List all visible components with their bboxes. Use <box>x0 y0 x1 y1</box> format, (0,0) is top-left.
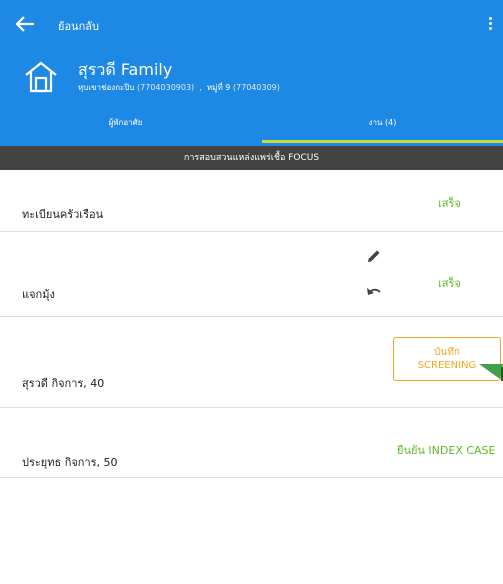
confirm-index-case-button[interactable]: ยืนยัน INDEX CASE <box>397 441 496 459</box>
person-label: สุรวดี กิจการ, 40 <box>22 377 105 390</box>
moo-number: หมู่ที่ 9 <box>206 83 231 92</box>
back-arrow-icon[interactable] <box>14 14 36 34</box>
focus-banner: การสอบสวนแหล่งแพร่เชื้อ FOCUS <box>0 146 503 170</box>
moo-code: (77040309) <box>232 83 280 92</box>
task-label: แจกมุ้ง <box>22 288 55 301</box>
back-label[interactable]: ย้อนกลับ <box>58 17 99 35</box>
active-tab-indicator <box>262 140 503 143</box>
task-row-mosquito-net[interactable]: แจกมุ้ง เสร็จ <box>0 232 503 317</box>
more-options-icon[interactable] <box>487 17 493 33</box>
village-name: หุบเขาช่องกะปิบ <box>78 83 135 92</box>
task-row-household-registry[interactable]: ทะเบียนครัวเรือน เสร็จ <box>0 170 503 232</box>
task-row-screening: สุรวดี กิจการ, 40 บันทึก SCREENING <box>0 317 503 408</box>
tab-residents[interactable]: ผู้พักอาศัย <box>0 112 251 146</box>
family-name: สุรวดี Family <box>78 60 173 79</box>
house-icon <box>25 61 57 93</box>
screening-button-line1: บันทึก <box>434 347 460 358</box>
task-row-index-case: ประยุทธ กิจการ, 50 ยืนยัน INDEX CASE <box>0 408 503 478</box>
status-done: เสร็จ <box>438 277 461 290</box>
back-row: ย้อนกลับ <box>0 0 503 48</box>
person-label: ประยุทธ กิจการ, 50 <box>22 456 118 469</box>
pencil-icon[interactable] <box>366 248 382 264</box>
village-code: (7704030903) <box>137 83 195 92</box>
undo-icon[interactable] <box>366 284 382 298</box>
task-label: ทะเบียนครัวเรือน <box>22 208 104 221</box>
app-bar: ย้อนกลับ สุรวดี Family หุบเขาช่องกะปิบ (… <box>0 0 503 146</box>
status-done: เสร็จ <box>438 197 461 210</box>
flag-icon <box>479 364 503 381</box>
family-address: หุบเขาช่องกะปิบ (7704030903) , หมู่ที่ 9… <box>78 81 280 94</box>
address-separator: , <box>199 83 202 92</box>
